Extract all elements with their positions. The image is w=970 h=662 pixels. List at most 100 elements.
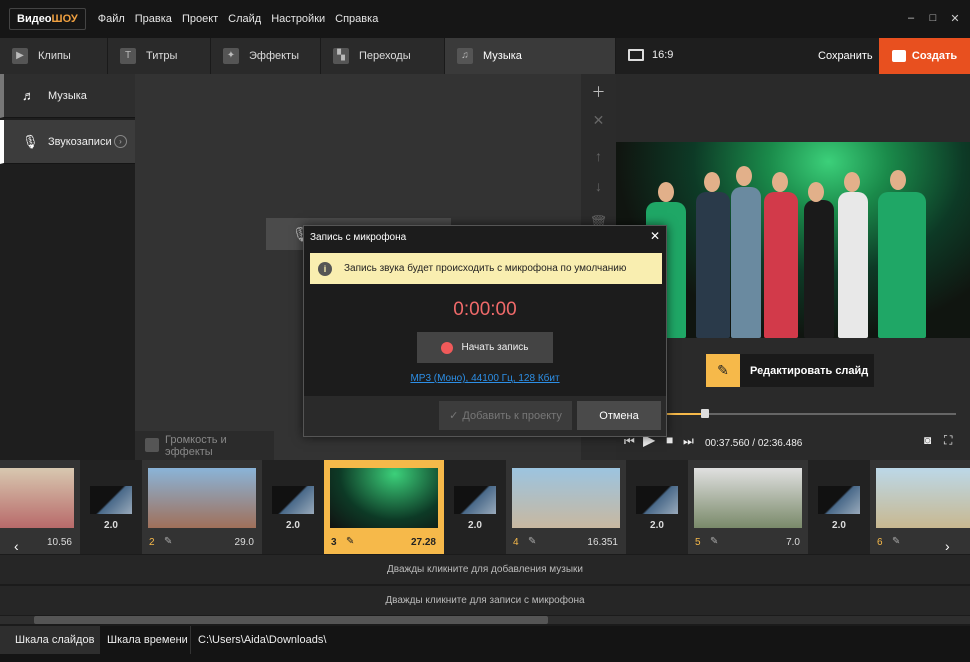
tab-slide-timeline-label: Шкала слайдов (15, 634, 95, 646)
slide-item[interactable]: 4 ✎ 16.351 (506, 460, 626, 554)
slide-number: 6 (877, 537, 883, 548)
stop-icon[interactable]: ■ (666, 433, 673, 447)
menu-help[interactable]: Справка (335, 13, 378, 25)
slide-duration: 27.28 (410, 537, 436, 548)
app-logo: Видео ШОУ (9, 8, 86, 30)
transition-thumbnail (454, 486, 496, 514)
preview-top-area (616, 74, 970, 142)
music-note-icon: ♫ (457, 48, 473, 64)
chevron-right-icon[interactable]: › (114, 135, 127, 148)
minimize-icon[interactable]: – (906, 12, 916, 25)
slide-item[interactable]: 10.56 (0, 460, 80, 554)
slide-thumbnail (0, 468, 74, 528)
dialog-info-banner: i Запись звука будет происходить с микро… (310, 253, 662, 284)
slide-number: 3 (331, 537, 337, 548)
monitor-icon (628, 49, 644, 61)
transition-thumbnail (818, 486, 860, 514)
slide-item[interactable]: 2 ✎ 29.0 (142, 460, 262, 554)
sidebar-item-recordings[interactable]: 🎙 Звукозаписи › (0, 120, 135, 164)
add-icon[interactable]: ＋ (581, 82, 616, 102)
pencil-icon[interactable]: ✎ (528, 536, 536, 547)
timeline-scrollbar[interactable] (34, 616, 548, 624)
delete-x-icon[interactable]: ✕ (581, 112, 616, 129)
move-up-icon[interactable]: ↑ (581, 148, 616, 164)
slide-item[interactable]: 5 ✎ 7.0 (688, 460, 808, 554)
move-down-icon[interactable]: ↓ (581, 178, 616, 194)
save-button[interactable]: Сохранить (818, 50, 873, 62)
window-controls: – □ ✕ (906, 12, 960, 25)
timecode: 00:37.560 / 02:36.486 (705, 438, 803, 449)
create-button[interactable]: Создать (879, 38, 970, 74)
sidebar-item-music-label: Музыка (48, 89, 87, 102)
audio-format-link[interactable]: MP3 (Моно), 44100 Гц, 128 Кбит (304, 373, 666, 384)
record-dot-icon (441, 341, 454, 354)
preview-header: 16:9 Сохранить Создать (616, 38, 970, 74)
snapshot-icon[interactable]: ◙ (924, 433, 931, 447)
slide-number: 5 (695, 537, 701, 548)
title-bar: Видео ШОУ Файл Правка Проект Слайд Настро… (0, 0, 970, 38)
tab-effects[interactable]: ✦ Эффекты (211, 38, 321, 74)
music-track-hint: Дважды кликните для добавления музыки (386, 564, 584, 575)
menu-settings[interactable]: Настройки (271, 13, 325, 25)
start-recording-button[interactable]: Начать запись (417, 332, 553, 363)
transition-item[interactable]: 2.0 (80, 460, 142, 554)
close-icon[interactable]: ✕ (650, 229, 660, 243)
tab-music[interactable]: ♫ Музыка (445, 38, 616, 74)
seek-bar[interactable] (616, 409, 956, 418)
transition-duration: 2.0 (104, 520, 118, 531)
transition-item[interactable]: 2.0 (262, 460, 324, 554)
transition-thumbnail (90, 486, 132, 514)
menu-project[interactable]: Проект (182, 13, 218, 25)
tab-clips[interactable]: ▶ Клипы (0, 38, 108, 74)
dialog-title: Запись с микрофона (310, 231, 407, 243)
add-to-project-button[interactable]: ✓ Добавить к проекту (439, 401, 572, 430)
tab-transitions[interactable]: ▚ Переходы (321, 38, 445, 74)
volume-effects-button[interactable]: Громкость и эффекты (135, 431, 274, 460)
tab-time-timeline[interactable]: Шкала времени (100, 626, 190, 654)
pencil-icon[interactable]: ✎ (346, 536, 354, 547)
seek-handle[interactable] (701, 409, 710, 418)
transition-duration: 2.0 (650, 520, 664, 531)
cancel-button[interactable]: Отмена (577, 401, 661, 430)
menu-file[interactable]: Файл (98, 13, 125, 25)
pencil-icon[interactable]: ✎ (892, 536, 900, 547)
slide-number: 2 (149, 537, 155, 548)
dialog-footer: ✓ Добавить к проекту Отмена (304, 396, 666, 436)
transition-item[interactable]: 2.0 (444, 460, 506, 554)
clapper-icon: ▚ (333, 48, 349, 64)
microphone-icon: 🎙 (22, 134, 39, 149)
pencil-icon[interactable]: ✎ (710, 536, 718, 547)
aspect-ratio-selector[interactable]: 16:9 (628, 49, 673, 61)
sidebar-item-recordings-label: Звукозаписи (48, 135, 112, 148)
tab-titles[interactable]: T Титры (108, 38, 211, 74)
scroll-left-icon[interactable]: ‹ (14, 538, 19, 554)
time-total: 02:36.486 (757, 438, 803, 449)
close-window-icon[interactable]: ✕ (950, 12, 960, 25)
music-track-row[interactable]: Дважды кликните для добавления музыки (0, 554, 970, 584)
transition-item[interactable]: 2.0 (626, 460, 688, 554)
maximize-icon[interactable]: □ (928, 12, 938, 25)
fullscreen-icon[interactable]: ⛶ (944, 433, 952, 448)
mic-track-row[interactable]: Дважды кликните для записи с микрофона (0, 585, 970, 615)
volume-icon (145, 438, 159, 452)
sidebar-item-music[interactable]: ♬ Музыка (0, 74, 135, 118)
cancel-label: Отмена (599, 409, 639, 422)
tab-slide-timeline[interactable]: Шкала слайдов (0, 626, 100, 654)
slide-item[interactable]: 6 ✎ (870, 460, 970, 554)
scroll-right-icon[interactable]: › (945, 538, 950, 554)
menu-slide[interactable]: Слайд (228, 13, 261, 25)
menu-edit[interactable]: Правка (135, 13, 172, 25)
skip-forward-icon[interactable]: ⏭ (683, 434, 694, 449)
transition-item[interactable]: 2.0 (808, 460, 870, 554)
pencil-icon[interactable]: ✎ (164, 536, 172, 547)
time-current: 00:37.560 (705, 438, 750, 449)
info-icon: i (318, 261, 332, 276)
slide-thumbnail (330, 468, 438, 528)
slide-item-selected[interactable]: 3 ✎ 27.28 (324, 460, 444, 554)
tab-time-timeline-label: Шкала времени (107, 634, 188, 646)
tab-music-label: Музыка (483, 50, 522, 62)
edit-slide-button[interactable]: ✎ Редактировать слайд (706, 354, 874, 387)
tab-clips-label: Клипы (38, 50, 71, 62)
slide-thumbnail (512, 468, 620, 528)
slide-thumbnail (148, 468, 256, 528)
